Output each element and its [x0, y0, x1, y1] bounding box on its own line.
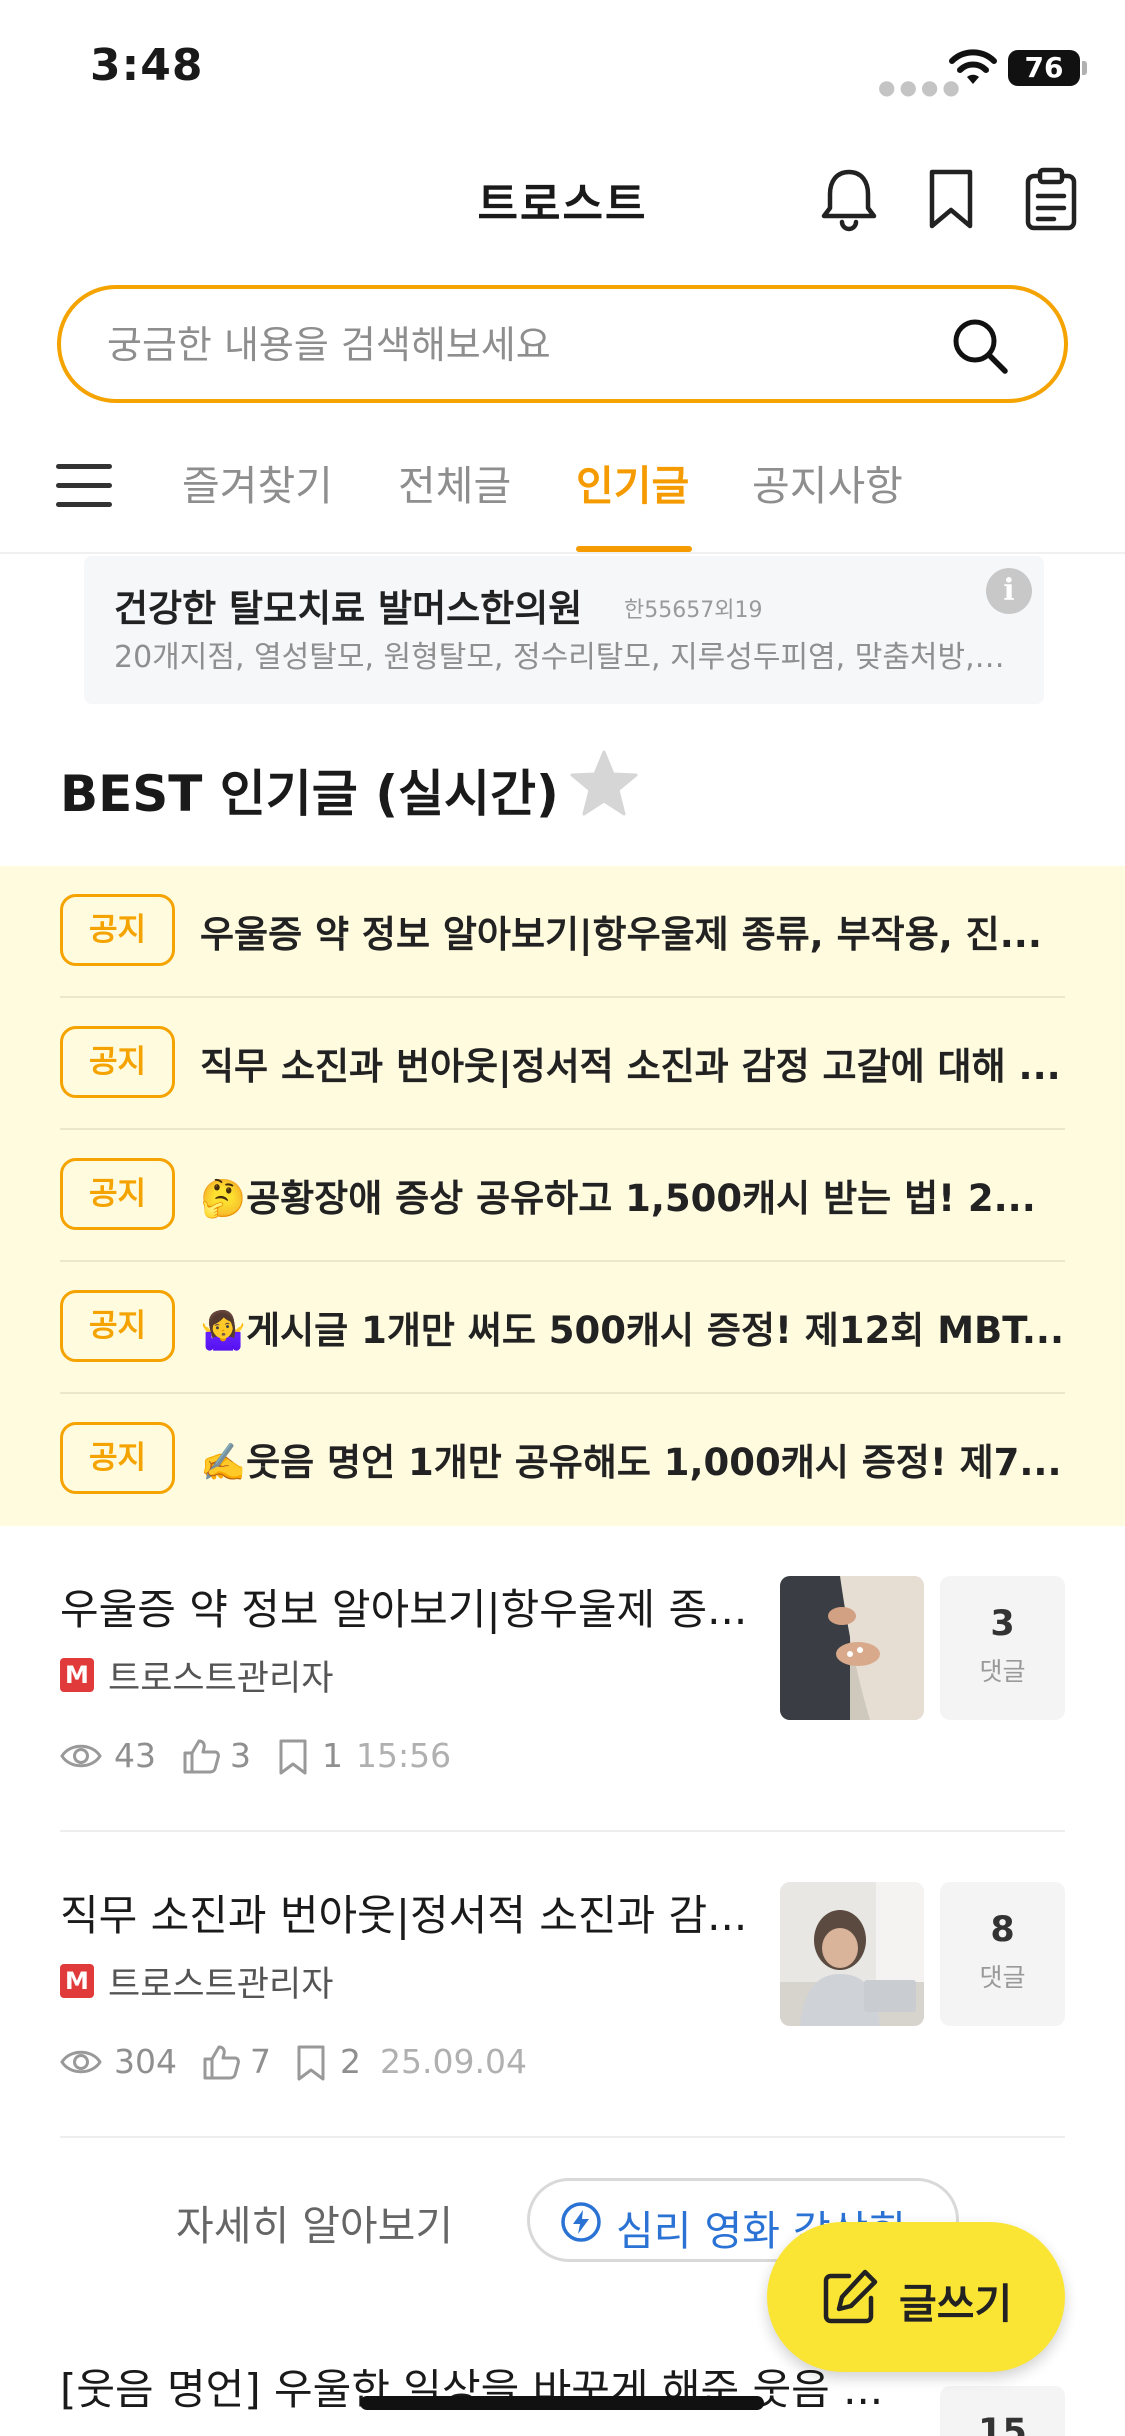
- author-name: 트로스트관리자: [108, 1965, 334, 2005]
- hamburger-menu-icon[interactable]: [56, 464, 112, 508]
- notice-badge: 공지: [60, 1290, 175, 1362]
- comment-count: 8: [990, 1910, 1015, 1950]
- post-title: 직무 소진과 번아웃|정서적 소진과 감...: [60, 1891, 748, 1940]
- notice-badge: 공지: [60, 1158, 175, 1230]
- post-date: 25.09.04: [380, 2042, 527, 2081]
- status-time: 3:48: [90, 40, 204, 91]
- post-thumbnail: [780, 1576, 924, 1720]
- learn-more-label: 자세히 알아보기: [176, 2202, 454, 2250]
- home-indicator[interactable]: [360, 2396, 764, 2410]
- search-input[interactable]: [107, 319, 927, 371]
- info-icon[interactable]: i: [986, 568, 1032, 614]
- bell-icon[interactable]: [818, 166, 880, 232]
- search-icon[interactable]: [949, 315, 1011, 377]
- comment-count-box[interactable]: 8 댓글: [940, 1882, 1065, 2026]
- notice-item[interactable]: 공지 🤔공황장애 증상 공유하고 1,500캐시 받는 법! 2...: [60, 1130, 1065, 1262]
- comment-count: 3: [990, 1604, 1015, 1644]
- post-divider: [60, 1830, 1065, 1832]
- view-count: 43: [114, 1736, 156, 1775]
- notice-item[interactable]: 공지 🤷‍♀️게시글 1개만 써도 500캐시 증정! 제12회 MBT...: [60, 1262, 1065, 1394]
- tab-notices[interactable]: 공지사항: [752, 452, 903, 512]
- ad-meta: 한55657외19: [624, 598, 763, 623]
- notice-title: ✍️웃음 명언 1개만 공유해도 1,000캐시 증정! 제7...: [200, 1441, 1062, 1484]
- tab-popular[interactable]: 인기글: [576, 452, 689, 512]
- notice-title: 🤔공황장애 증상 공유하고 1,500캐시 받는 법! 2...: [200, 1177, 1036, 1220]
- post-title: 우울증 약 정보 알아보기|항우울제 종...: [60, 1585, 748, 1634]
- post-thumbnail: [780, 1882, 924, 2026]
- ad-banner[interactable]: 건강한 탈모치료 발머스한의원 한55657외19 20개지점, 열성탈모, 원…: [84, 556, 1044, 704]
- wifi-icon: [949, 49, 997, 84]
- eye-icon: [60, 1744, 102, 1768]
- post-item[interactable]: 우울증 약 정보 알아보기|항우울제 종... M 트로스트관리자 43 3 1…: [60, 1576, 1065, 1786]
- manager-badge: M: [60, 1964, 94, 1998]
- notice-badge: 공지: [60, 1026, 175, 1098]
- notice-title: 직무 소진과 번아웃|정서적 소진과 감정 고갈에 대해 ...: [200, 1045, 1061, 1088]
- edit-icon: [823, 2269, 878, 2324]
- comment-count: 15: [978, 2412, 1027, 2436]
- like-count: 3: [230, 1736, 251, 1775]
- status-bar: 3:48 ●●●● 76: [0, 0, 1125, 140]
- tab-divider: [0, 552, 1125, 554]
- battery-cap-icon: [1082, 61, 1087, 75]
- star-icon[interactable]: [568, 748, 640, 820]
- tab-favorites[interactable]: 즐겨찾기: [182, 452, 333, 512]
- ad-title: 건강한 탈모치료 발머스한의원: [114, 587, 583, 630]
- notice-title: 🤷‍♀️게시글 1개만 써도 500캐시 증정! 제12회 MBT...: [200, 1309, 1065, 1352]
- post-date: 15:56: [356, 1736, 452, 1775]
- battery-indicator: 76: [1008, 50, 1080, 86]
- bookmark-small-icon: [279, 1739, 307, 1775]
- author-name: 트로스트관리자: [108, 1659, 334, 1699]
- notice-title: 우울증 약 정보 알아보기|항우울제 종류, 부작용, 진...: [200, 913, 1042, 956]
- thumbs-up-icon: [183, 1739, 220, 1774]
- like-count: 7: [250, 2042, 271, 2081]
- notice-list: 공지 우울증 약 정보 알아보기|항우울제 종류, 부작용, 진... 공지 직…: [0, 866, 1125, 1526]
- bookmark-small-icon: [297, 2045, 325, 2081]
- post-divider: [60, 2136, 1065, 2138]
- comment-label: 댓글: [979, 1963, 1026, 1992]
- post-item[interactable]: 직무 소진과 번아웃|정서적 소진과 감... M 트로스트관리자 304 7 …: [60, 1882, 1065, 2092]
- bookmark-icon[interactable]: [920, 166, 982, 232]
- notice-item[interactable]: 공지 직무 소진과 번아웃|정서적 소진과 감정 고갈에 대해 ...: [60, 998, 1065, 1130]
- tab-all-posts[interactable]: 전체글: [398, 452, 511, 512]
- comment-count-box[interactable]: 3 댓글: [940, 1576, 1065, 1720]
- view-count: 304: [114, 2042, 177, 2081]
- search-bar[interactable]: [57, 285, 1068, 403]
- lightning-icon: [561, 2202, 601, 2242]
- comment-label: 댓글: [979, 1657, 1026, 1686]
- bookmark-count: 2: [340, 2042, 361, 2081]
- eye-icon: [60, 2050, 102, 2074]
- notice-badge: 공지: [60, 894, 175, 966]
- write-post-button[interactable]: 글쓰기: [767, 2222, 1065, 2372]
- ad-description: 20개지점, 열성탈모, 원형탈모, 정수리탈모, 지루성두피염, 맞춤처방, …: [114, 640, 1014, 675]
- clipboard-icon[interactable]: [1020, 166, 1082, 232]
- manager-badge: M: [60, 1658, 94, 1692]
- thumbs-up-icon: [203, 2045, 240, 2080]
- write-post-label: 글쓰기: [899, 2280, 1013, 2328]
- notice-badge: 공지: [60, 1422, 175, 1494]
- section-title: BEST 인기글 (실시간): [60, 765, 559, 823]
- bookmark-count: 1: [322, 1736, 343, 1775]
- notice-item[interactable]: 공지 우울증 약 정보 알아보기|항우울제 종류, 부작용, 진...: [60, 866, 1065, 998]
- comment-count-box[interactable]: 15: [940, 2386, 1065, 2436]
- notice-item[interactable]: 공지 ✍️웃음 명언 1개만 공유해도 1,000캐시 증정! 제7...: [60, 1394, 1065, 1526]
